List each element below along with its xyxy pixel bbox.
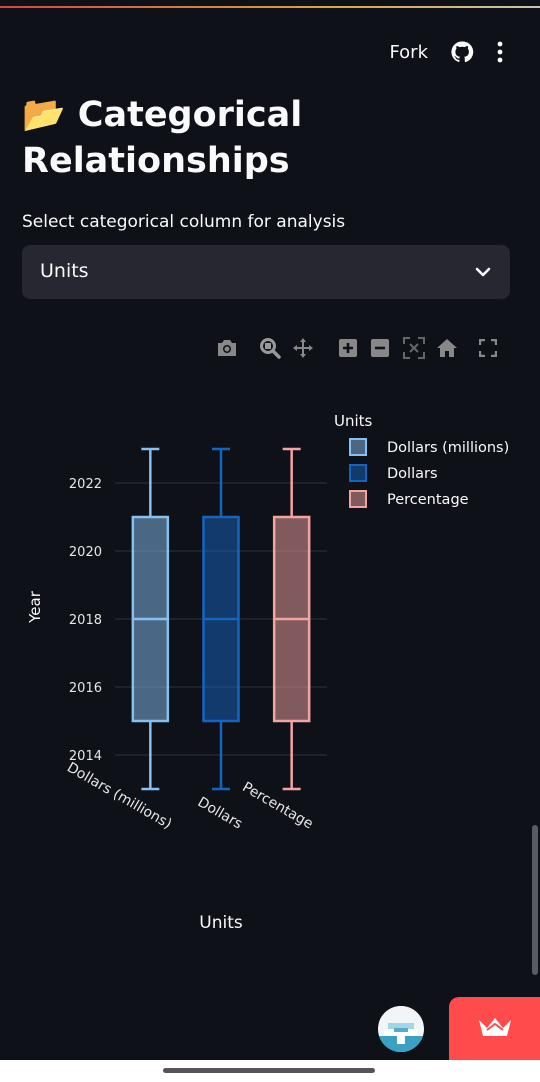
y-tick-label: 2022 (69, 477, 102, 492)
fullscreen-icon[interactable] (476, 336, 500, 360)
toolbar: Fork (389, 40, 504, 64)
legend-swatch (349, 438, 367, 456)
home-icon[interactable] (435, 336, 459, 360)
camera-icon[interactable] (215, 336, 239, 360)
legend-swatch (349, 490, 367, 508)
legend-item: Percentage (349, 490, 469, 508)
box-dollars (202, 447, 240, 791)
legend-item: Dollars (millions) (349, 438, 509, 456)
app-avatar-icon[interactable] (378, 1006, 424, 1052)
gesture-handle[interactable] (163, 1068, 375, 1073)
folder-icon: 📂 (22, 95, 66, 135)
legend-label: Dollars (millions) (387, 440, 509, 456)
page-title: 📂 Categorical Relationships (22, 92, 492, 184)
box-percentage (272, 447, 311, 791)
chart-legend[interactable]: Units Dollars (millions) Dollars Percentage (334, 412, 509, 508)
box-plot-chart: 20142016201820202022 Dollars (millions) D… (26, 412, 509, 933)
y-tick-label: 2016 (69, 681, 102, 696)
deploy-button[interactable] (449, 997, 540, 1061)
select-label: Select categorical column for analysis (22, 212, 346, 232)
y-axis-ticks: 20142016201820202022 (69, 477, 102, 764)
pan-icon[interactable] (291, 336, 315, 360)
y-tick-label: 2018 (69, 613, 102, 628)
y-axis-label: Year (26, 590, 44, 624)
legend-label: Dollars (387, 466, 438, 482)
top-mask (0, 0, 540, 6)
zoom-in-icon[interactable] (336, 336, 360, 360)
legend-item: Dollars (349, 464, 438, 482)
more-vertical-icon[interactable] (496, 41, 504, 63)
autoscale-icon[interactable] (402, 336, 426, 360)
fork-link[interactable]: Fork (389, 42, 428, 63)
crown-icon (477, 1016, 513, 1042)
select-value: Units (40, 260, 89, 282)
legend-title: Units (334, 412, 373, 430)
legend-swatch (349, 464, 367, 482)
system-nav-bar (0, 1060, 540, 1082)
x-tick-label: Dollars (millions) (64, 760, 174, 833)
x-tick-label: Dollars (195, 794, 245, 832)
y-tick-label: 2020 (69, 545, 102, 560)
categorical-column-select[interactable]: Units (22, 245, 510, 299)
box-dollars-millions (131, 447, 170, 791)
zoom-icon[interactable] (258, 336, 282, 360)
plot-modebar (0, 336, 540, 360)
legend-label: Percentage (387, 492, 469, 508)
x-tick-label: Percentage (239, 779, 315, 832)
chevron-down-icon (474, 263, 492, 285)
x-axis-ticks: Dollars (millions) DollarsPercentage (64, 760, 316, 833)
x-axis-label: Units (199, 913, 243, 933)
scrollbar[interactable] (532, 825, 538, 975)
box-layer (131, 447, 311, 791)
zoom-out-icon[interactable] (368, 336, 392, 360)
github-icon[interactable] (450, 40, 474, 64)
